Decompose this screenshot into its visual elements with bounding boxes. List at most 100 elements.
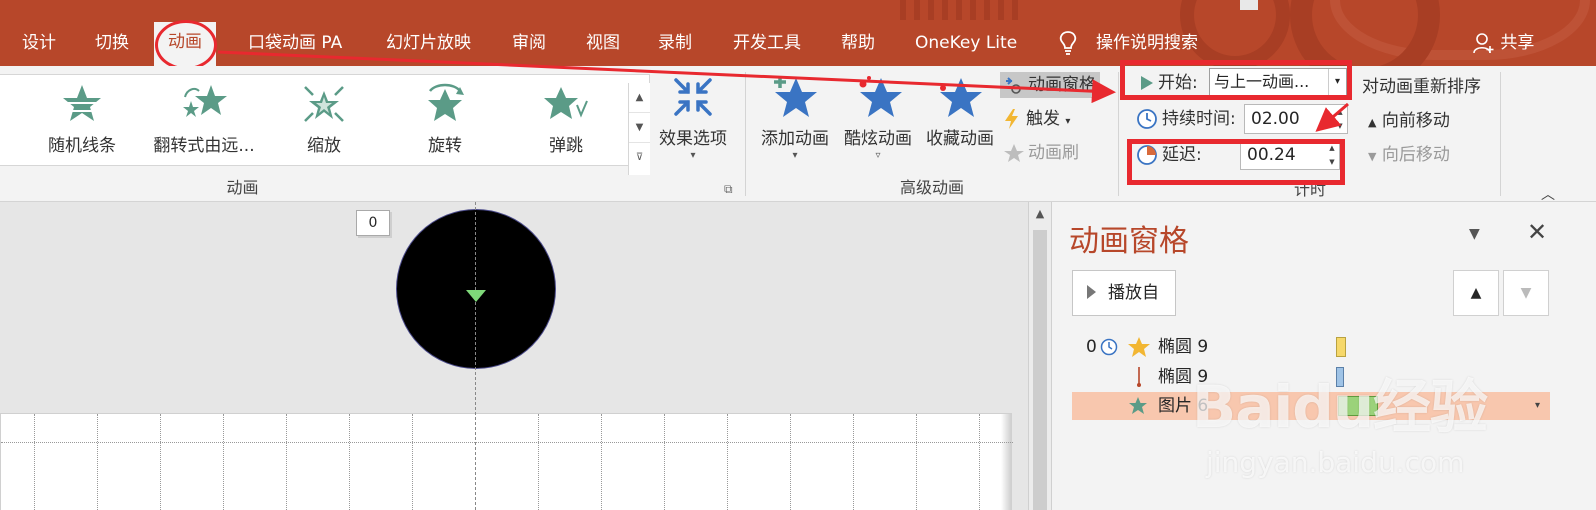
star-entrance-icon	[1128, 337, 1150, 357]
chevron-down-icon: ▾	[792, 150, 798, 161]
collapse-ribbon-icon[interactable]: ︿	[1541, 184, 1555, 204]
annotation-box-delay	[1127, 139, 1345, 185]
group-separator	[1118, 72, 1119, 196]
title-bar-decoration	[1240, 0, 1258, 10]
star-zoom-icon	[304, 86, 344, 122]
grid-line	[349, 414, 350, 510]
grid-line	[286, 414, 287, 510]
scroll-up-button[interactable]: ▲	[1029, 202, 1051, 226]
gallery-scroll: ▲ ▼ ⊽	[628, 83, 650, 175]
effect-random-bars[interactable]: 随机线条	[22, 83, 142, 156]
triangle-up-icon: ▲	[1368, 116, 1377, 129]
star-effect-icon	[63, 85, 101, 121]
animation-painter-label: 动画刷	[1028, 143, 1079, 163]
grid-line	[1, 442, 1013, 443]
tab-transitions[interactable]: 切换	[95, 28, 129, 60]
dialog-launcher-icon[interactable]: ⧉	[724, 176, 733, 202]
star-emphasis-icon	[1129, 397, 1147, 414]
ribbon-animations: 随机线条 翻转式由远... 缩放 旋转 弹跳 ▲ ▼ ⊽ 效果选项 ▾ 动画 ⧉…	[0, 60, 1596, 204]
tab-review[interactable]: 审阅	[512, 28, 546, 60]
star-painter-icon	[1004, 144, 1024, 162]
favorite-animation-label: 收藏动画	[926, 129, 994, 149]
clock-icon	[1137, 109, 1157, 129]
tab-onekey-lite[interactable]: OneKey Lite	[915, 28, 1017, 60]
add-animation-label: 添加动画	[761, 129, 829, 149]
group-label-animation: 动画	[226, 178, 259, 197]
chevron-down-icon: ▿	[875, 150, 881, 161]
move-earlier-button[interactable]: ▲ 向前移动	[1368, 108, 1450, 134]
cool-animation-button[interactable]: 酷炫动画 ▿	[840, 74, 916, 163]
effect-bounce[interactable]: 弹跳	[506, 83, 626, 156]
animation-pane-button[interactable]: 动画窗格	[1000, 72, 1100, 98]
tab-record[interactable]: 录制	[658, 28, 692, 60]
slide-editor[interactable]: 0	[0, 202, 1028, 510]
animation-pane-label: 动画窗格	[1028, 75, 1096, 95]
animation-pane-icon	[1006, 77, 1021, 94]
title-bar-decoration	[900, 0, 1020, 20]
effect-label: 旋转	[428, 136, 462, 156]
tell-me-search[interactable]: 操作说明搜索	[1096, 28, 1198, 60]
timeline-bar[interactable]	[1336, 337, 1346, 357]
effect-label: 缩放	[307, 136, 341, 156]
animation-painter-button[interactable]: 动画刷	[1002, 140, 1079, 166]
chevron-down-icon: ▾	[1065, 116, 1071, 127]
close-icon[interactable]: ✕	[1527, 218, 1547, 246]
watermark-logo-text: Baidu经验	[1192, 373, 1488, 441]
chevron-down-icon: ▾	[690, 150, 696, 161]
effect-spin[interactable]: 旋转	[385, 83, 505, 156]
tab-design[interactable]: 设计	[22, 28, 56, 60]
spinner-arrows[interactable]: ▲ ▼	[1333, 105, 1347, 133]
watermark-url: jingyan.baidu.com	[1206, 446, 1465, 479]
gallery-scroll-up-button[interactable]: ▲	[629, 83, 650, 113]
share-label: 共享	[1500, 33, 1535, 53]
move-up-button[interactable]: ▲	[1453, 270, 1499, 316]
effect-label: 弹跳	[549, 136, 583, 156]
pane-options-icon[interactable]: ▼	[1469, 226, 1480, 242]
scroll-thumb[interactable]	[1033, 230, 1047, 510]
slide-canvas[interactable]	[0, 413, 1013, 510]
play-from-label: 播放自	[1108, 283, 1159, 303]
grid-line	[727, 414, 728, 510]
move-later-label: 向后移动	[1381, 145, 1450, 165]
slide-vertical-scrollbar[interactable]: ▲	[1028, 202, 1052, 510]
ribbon-tab-bar: 设计 切换 动画 口袋动画 PA 幻灯片放映 审阅 视图 录制 开发工具 帮助 …	[0, 0, 1596, 66]
effect-label: 随机线条	[48, 136, 116, 156]
grid-line	[916, 414, 917, 510]
grid-line	[664, 414, 665, 510]
tab-developer[interactable]: 开发工具	[733, 28, 801, 60]
share-button[interactable]: 共享	[1473, 28, 1534, 58]
baidu-watermark: Baidu经验 jingyan.baidu.com	[1192, 360, 1592, 500]
favorite-animation-button[interactable]: 收藏动画	[922, 74, 998, 149]
duration-label: 持续时间:	[1136, 106, 1236, 132]
cool-animation-label: 酷炫动画	[844, 129, 912, 149]
play-from-button[interactable]: 播放自	[1072, 270, 1176, 316]
trigger-button[interactable]: 触发 ▾	[1002, 106, 1070, 132]
group-label-advanced: 高级动画	[899, 178, 964, 197]
item-name: 椭圆 9	[1158, 337, 1209, 357]
annotation-box-start	[1120, 60, 1352, 100]
smart-guide-line	[475, 202, 476, 510]
item-index: 0	[1086, 337, 1097, 357]
tab-slide-show[interactable]: 幻灯片放映	[386, 28, 471, 60]
title-bar-decoration	[1290, 0, 1440, 66]
gallery-scroll-down-button[interactable]: ▼	[629, 113, 650, 143]
effect-label: 翻转式由远...	[153, 136, 255, 156]
triangle-down-icon: ▼	[1368, 150, 1377, 163]
effect-options-button[interactable]: 效果选项 ▾	[656, 74, 730, 163]
tab-help[interactable]: 帮助	[841, 28, 875, 60]
move-down-button[interactable]: ▼	[1503, 270, 1549, 316]
add-animation-button[interactable]: 添加动画 ▾	[757, 74, 833, 163]
effect-zoom[interactable]: 缩放	[264, 83, 384, 156]
duration-spinner[interactable]: 02.00 ▲ ▼	[1244, 104, 1348, 134]
gallery-more-button[interactable]: ⊽	[629, 143, 650, 173]
move-later-button[interactable]: ▼ 向后移动	[1368, 142, 1450, 168]
tab-pocket-animation[interactable]: 口袋动画 PA	[248, 28, 342, 60]
lightbulb-icon	[1059, 31, 1077, 55]
motion-path-start-marker	[466, 290, 486, 302]
tab-view[interactable]: 视图	[586, 28, 620, 60]
animation-order-tag[interactable]: 0	[356, 210, 390, 236]
animation-list-item[interactable]: 0 椭圆 9	[1072, 333, 1550, 361]
effect-flip-from-far[interactable]: 翻转式由远...	[144, 83, 264, 156]
reorder-title: 对动画重新排序	[1362, 77, 1481, 97]
move-earlier-label: 向前移动	[1381, 111, 1450, 131]
